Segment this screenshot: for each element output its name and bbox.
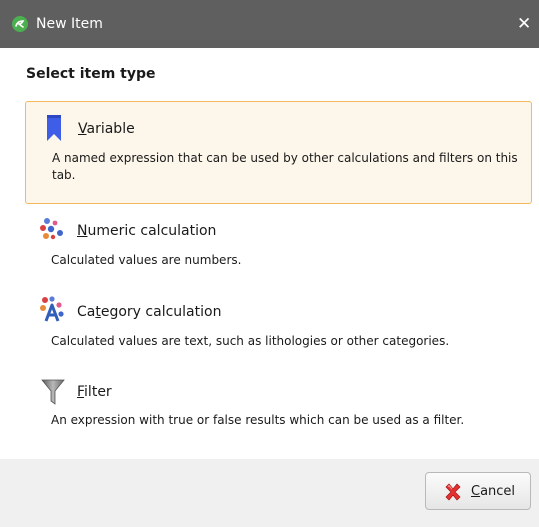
new-item-dialog: New Item ✕ Select item type Variable A n… [0,0,539,527]
option-category-description: Calculated values are text, such as lith… [51,334,450,348]
cancel-button-label: Cancel [471,483,515,501]
cancel-label-rest: ancel [480,484,516,499]
numeric-molecule-icon [40,218,63,240]
mnemonic-n: N [77,223,88,239]
option-variable-label: Variable [78,120,135,138]
cancel-button[interactable]: Cancel [425,472,531,510]
option-filter[interactable]: Filter An expression with true or false … [25,369,532,453]
option-variable[interactable]: Variable A named expression that can be … [25,101,532,204]
funnel-icon [41,379,65,405]
bookmark-icon [47,115,61,141]
mnemonic-v: V [78,121,87,137]
option-category-label: Category calculation [77,303,221,321]
mnemonic-f: F [77,384,85,400]
select-item-type-heading: Select item type [26,66,156,82]
leapfrog-app-icon [12,16,28,32]
option-variable-label-rest: ariable [86,121,135,137]
option-variable-description: A named expression that can be used by o… [52,151,518,182]
dialog-footer: Cancel [0,459,539,527]
option-filter-description: An expression with true or false results… [51,413,465,427]
option-category-calculation[interactable]: Category calculation Calculated values a… [25,285,532,369]
option-numeric-label: Numeric calculation [77,222,216,240]
category-molecule-icon [40,296,64,322]
option-filter-label-rest: ilter [84,384,112,400]
option-numeric-calculation[interactable]: Numeric calculation Calculated values ar… [25,205,532,285]
option-numeric-description: Calculated values are numbers. [51,253,242,267]
close-button[interactable]: ✕ [517,10,539,38]
option-filter-label: Filter [77,383,112,401]
mnemonic-c: C [471,484,481,499]
title-bar: New Item ✕ [0,0,539,48]
option-category-label-rest: egory calculation [100,304,222,320]
dialog-title: New Item [36,16,103,32]
option-category-label-pre: Ca [77,304,96,320]
red-x-icon [445,483,461,501]
option-numeric-label-rest: umeric calculation [87,223,217,239]
